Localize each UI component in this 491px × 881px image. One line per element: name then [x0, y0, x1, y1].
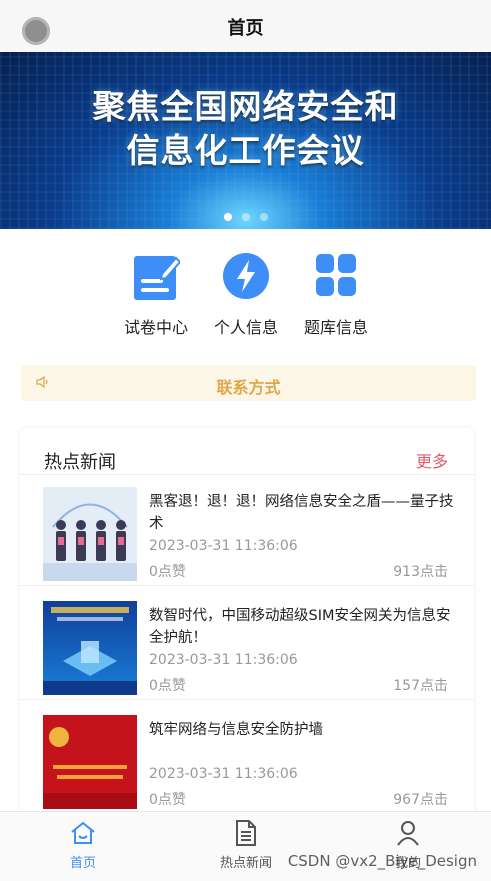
hot-news-card: 热点新闻 更多 黑客退！退！退！网络信息安全之盾——量子技术 2023-03-3… [20, 428, 474, 818]
banner-headline-line2: 信息化工作会议 [126, 131, 365, 170]
news-item[interactable]: 筑牢网络与信息安全防护墙 2023-03-31 11:36:06 0点赞 967… [20, 703, 474, 814]
home-icon [71, 821, 95, 844]
news-clicks: 967点击 [393, 792, 448, 808]
news-likes: 0点赞 [149, 792, 186, 808]
news-thumbnail [43, 715, 137, 809]
watermark: CSDN @vx2_Biye_Design [287, 852, 477, 870]
news-thumbnail [43, 487, 137, 581]
more-link[interactable]: 更多 [416, 448, 448, 472]
quick-menu: 试卷中心 个人信息 题库信息 [0, 252, 491, 342]
menu-item-label: 试卷中心 [123, 318, 188, 337]
menu-item-label: 题库信息 [303, 318, 368, 337]
news-title: 数智时代，中国移动超级SIM安全网关为信息安全护航！ [149, 608, 451, 646]
banner-carousel[interactable]: 聚焦全国网络安全和 信息化工作会议 [0, 52, 491, 229]
news-title: 黑客退！退！退！网络信息安全之盾——量子技术 [149, 494, 454, 532]
lightning-icon [223, 253, 269, 299]
carousel-dot[interactable] [241, 213, 250, 221]
news-date: 2023-03-31 11:36:06 [149, 652, 298, 668]
news-clicks: 157点击 [393, 678, 448, 694]
news-header: 热点新闻 更多 [20, 428, 474, 475]
section-title: 热点新闻 [44, 452, 116, 473]
contact-bar[interactable]: 联系方式 [21, 365, 476, 401]
news-item[interactable]: 数智时代，中国移动超级SIM安全网关为信息安全护航！ 2023-03-31 11… [20, 589, 474, 700]
carousel-dot[interactable] [223, 213, 232, 221]
news-clicks: 913点击 [393, 564, 448, 580]
document-icon [236, 820, 256, 846]
page-title: 首页 [227, 18, 264, 39]
menu-item-label: 个人信息 [213, 318, 278, 337]
menu-item-paper-center[interactable]: 试卷中心 [111, 252, 201, 338]
news-likes: 0点赞 [149, 564, 186, 580]
grid-icon [316, 254, 356, 296]
news-thumbnail [43, 601, 137, 695]
banner-headline-line1: 聚焦全国网络安全和 [92, 87, 399, 126]
carousel-indicators [0, 206, 491, 225]
news-date: 2023-03-31 11:36:06 [149, 538, 298, 554]
news-item[interactable]: 黑客退！退！退！网络信息安全之盾——量子技术 2023-03-31 11:36:… [20, 475, 474, 586]
bottom-tab-bar: 首页 热点新闻 我的 [0, 811, 491, 881]
tab-home[interactable]: 首页 [23, 818, 143, 871]
news-date: 2023-03-31 11:36:06 [149, 766, 298, 782]
news-likes: 0点赞 [149, 678, 186, 694]
user-icon [397, 821, 419, 846]
news-title: 筑牢网络与信息安全防护墙 [149, 722, 323, 738]
edit-paper-icon [134, 256, 180, 300]
contact-label: 联系方式 [216, 378, 281, 397]
tab-label: 首页 [69, 856, 96, 871]
menu-item-question-bank[interactable]: 题库信息 [291, 252, 381, 338]
top-header: 首页 [0, 0, 491, 53]
carousel-dot[interactable] [259, 213, 268, 221]
menu-item-personal-info[interactable]: 个人信息 [201, 252, 291, 338]
